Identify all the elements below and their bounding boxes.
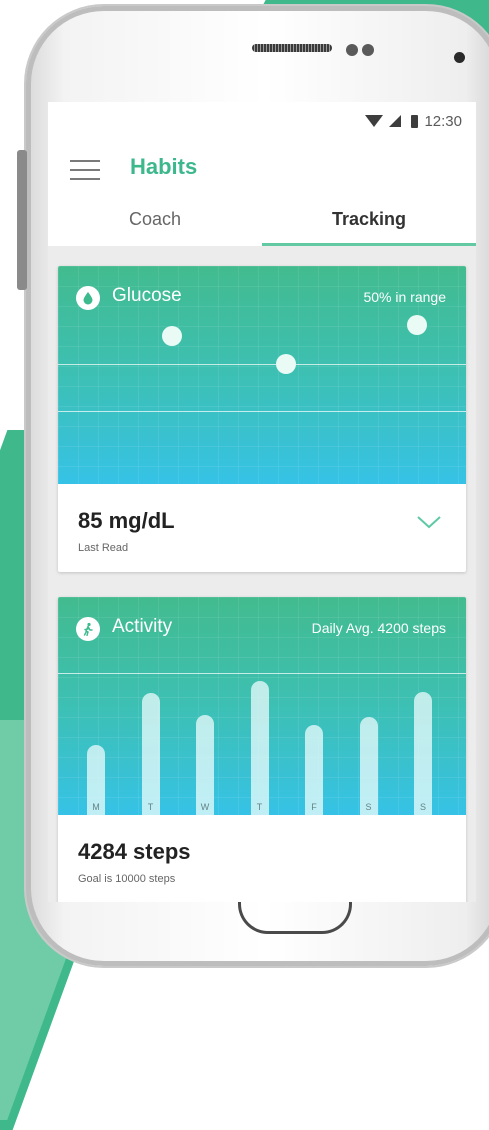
activity-day-label: T — [256, 802, 263, 812]
range-upper-line — [58, 364, 466, 365]
activity-day-label: S — [419, 802, 426, 812]
activity-title: Activity — [112, 616, 173, 637]
activity-average: Daily Avg. 4200 steps — [311, 620, 446, 636]
activity-footer: 4284 steps Goal is 10000 steps — [58, 815, 466, 902]
activity-day-label: T — [147, 802, 154, 812]
activity-bar[interactable] — [359, 717, 378, 815]
activity-chart: Activity Daily Avg. 4200 steps M T W T F S S — [58, 597, 466, 815]
glucose-card[interactable]: Glucose 50% in range 85 mg/dL Last Read — [58, 266, 466, 572]
activity-bar[interactable] — [196, 714, 214, 815]
tab-coach[interactable]: Coach — [48, 196, 262, 246]
phone-screen: 12:30 Habits Coach Tracking Glucose 50% … — [48, 102, 476, 902]
status-bar: 12:30 — [48, 102, 476, 140]
activity-bar[interactable] — [414, 691, 432, 815]
activity-bar[interactable] — [250, 681, 269, 815]
range-lower-line — [58, 411, 466, 412]
activity-goal: Goal is 10000 steps — [78, 873, 176, 885]
glucose-value: 85 mg/dL — [78, 508, 175, 533]
glucose-range: 50% in range — [363, 289, 446, 305]
chevron-down-icon[interactable] — [416, 514, 442, 530]
glucose-chart: Glucose 50% in range — [58, 266, 466, 484]
activity-day-label: F — [311, 802, 317, 812]
page-title: Habits — [130, 154, 198, 179]
goal-line — [58, 673, 466, 674]
glucose-last-read: Last Read — [78, 542, 129, 554]
activity-day-label: W — [200, 802, 210, 812]
activity-bar[interactable] — [141, 693, 160, 815]
phone-camera — [454, 52, 465, 63]
phone-sensor — [346, 44, 358, 56]
tab-tracking[interactable]: Tracking — [262, 196, 476, 246]
glucose-title: Glucose — [112, 285, 182, 306]
menu-icon[interactable] — [70, 158, 100, 180]
tab-bar: Coach Tracking — [48, 196, 476, 246]
wifi-icon — [365, 115, 384, 127]
phone-speaker — [252, 44, 332, 52]
signal-icon — [389, 115, 402, 127]
walking-icon — [76, 617, 100, 641]
activity-day-label: M — [92, 802, 100, 812]
status-time: 12:30 — [424, 112, 462, 130]
drop-icon — [76, 286, 100, 310]
battery-icon — [411, 114, 419, 128]
glucose-reading-point[interactable] — [407, 314, 428, 335]
glucose-reading-point[interactable] — [162, 325, 183, 346]
phone-sensor — [362, 44, 374, 56]
activity-day-label: S — [365, 802, 372, 812]
activity-card[interactable]: Activity Daily Avg. 4200 steps M T W T F S S 4… — [58, 597, 466, 902]
glucose-footer: 85 mg/dL Last Read — [58, 484, 466, 572]
activity-value: 4284 steps — [78, 839, 191, 864]
app-bar: Habits — [48, 140, 476, 196]
phone-volume-button[interactable] — [17, 150, 27, 290]
phone-home-button[interactable] — [238, 899, 352, 934]
